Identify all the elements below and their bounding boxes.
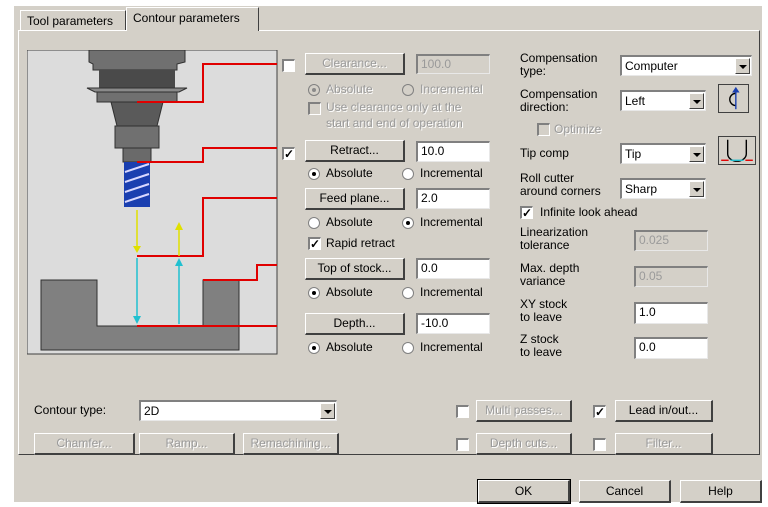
clearance-checkbox[interactable] xyxy=(282,59,295,72)
contour-type-label: Contour type: xyxy=(34,403,107,417)
infinite-look-ahead-label: Infinite look ahead xyxy=(540,205,638,219)
chevron-down-icon[interactable] xyxy=(689,93,704,109)
contour-illustration xyxy=(27,50,278,355)
rapid-retract-label: Rapid retract xyxy=(326,236,395,250)
filter-checkbox[interactable] xyxy=(593,438,606,451)
chamfer-button[interactable]: Chamfer... xyxy=(34,433,135,455)
tip-comp-select[interactable]: Tip xyxy=(620,143,706,164)
roll-cutter-label-2: around corners xyxy=(520,184,601,198)
compensation-type-label: Compensation type: xyxy=(520,51,598,78)
optimize-checkbox[interactable] xyxy=(537,123,550,136)
retract-absolute-label: Absolute xyxy=(326,166,373,180)
retract-incremental-label: Incremental xyxy=(420,166,483,180)
max-depth-field[interactable]: 0.05 xyxy=(634,266,708,287)
retract-checkbox[interactable]: ✓ xyxy=(282,147,295,160)
depth-field[interactable]: -10.0 xyxy=(416,313,490,334)
xy-stock-field[interactable]: 1.0 xyxy=(634,302,708,324)
linearization-label-2: tolerance xyxy=(520,238,570,252)
tip-comp-value: Tip xyxy=(625,147,642,161)
linearization-field[interactable]: 0.025 xyxy=(634,230,708,251)
multi-passes-button[interactable]: Multi passes... xyxy=(476,400,572,422)
compensation-type-select[interactable]: Computer xyxy=(620,55,752,76)
ok-button[interactable]: OK xyxy=(477,479,571,504)
compensation-direction-label: Compensation direction: xyxy=(520,87,598,114)
use-clearance-label: Use clearance only at the xyxy=(326,100,462,114)
feed-incremental-radio[interactable] xyxy=(402,217,414,229)
contour-type-select[interactable]: 2D xyxy=(139,400,337,421)
retract-field[interactable]: 10.0 xyxy=(416,141,490,162)
tip-comp-label: Tip comp xyxy=(520,146,569,160)
clearance-absolute-radio[interactable] xyxy=(308,84,320,96)
top-of-stock-button[interactable]: Top of stock... xyxy=(305,258,405,280)
retract-incremental-radio[interactable] xyxy=(402,168,414,180)
feed-plane-field[interactable]: 2.0 xyxy=(416,188,490,209)
infinite-look-ahead-checkbox[interactable]: ✓ xyxy=(520,206,533,219)
max-depth-label-2: variance xyxy=(520,274,566,288)
top-absolute-radio[interactable] xyxy=(308,287,320,299)
depth-absolute-label: Absolute xyxy=(326,340,373,354)
roll-cutter-select[interactable]: Sharp xyxy=(620,178,706,199)
multi-passes-checkbox[interactable] xyxy=(456,405,469,418)
tab-contour-parameters[interactable]: Contour parameters xyxy=(126,7,259,31)
remachining-button[interactable]: Remachining... xyxy=(243,433,339,455)
depth-incremental-label: Incremental xyxy=(420,340,483,354)
chevron-down-icon[interactable] xyxy=(320,403,335,419)
depth-cuts-checkbox[interactable] xyxy=(456,438,469,451)
tab-tool-parameters[interactable]: Tool parameters xyxy=(20,10,126,31)
roll-cutter-value: Sharp xyxy=(625,182,658,196)
xy-stock-label-2: to leave xyxy=(520,310,563,324)
depth-cuts-button[interactable]: Depth cuts... xyxy=(476,433,572,455)
chevron-down-icon[interactable] xyxy=(689,181,704,197)
retract-absolute-radio[interactable] xyxy=(308,168,320,180)
help-button[interactable]: Help xyxy=(680,480,762,503)
clearance-field[interactable]: 100.0 xyxy=(416,54,490,74)
lead-inout-checkbox[interactable]: ✓ xyxy=(593,405,606,418)
use-clearance-label-2: start and end of operation xyxy=(326,116,463,130)
compensation-direction-select[interactable]: Left xyxy=(620,90,706,111)
depth-incremental-radio[interactable] xyxy=(402,342,414,354)
ramp-button[interactable]: Ramp... xyxy=(139,433,235,455)
feed-incremental-label: Incremental xyxy=(420,215,483,229)
top-of-stock-field[interactable]: 0.0 xyxy=(416,258,490,279)
compensation-left-icon xyxy=(718,84,749,113)
depth-absolute-radio[interactable] xyxy=(308,342,320,354)
cancel-button[interactable]: Cancel xyxy=(579,480,671,503)
contour-type-value: 2D xyxy=(144,404,160,418)
retract-button[interactable]: Retract... xyxy=(305,140,405,162)
feed-plane-button[interactable]: Feed plane... xyxy=(305,188,405,210)
filter-button[interactable]: Filter... xyxy=(615,433,713,455)
chevron-down-icon[interactable] xyxy=(689,146,704,162)
use-clearance-checkbox[interactable] xyxy=(308,102,321,115)
top-absolute-label: Absolute xyxy=(326,285,373,299)
clearance-incremental-label: Incremental xyxy=(420,82,483,96)
chevron-down-icon[interactable] xyxy=(735,58,750,74)
z-stock-field[interactable]: 0.0 xyxy=(634,337,708,359)
top-incremental-radio[interactable] xyxy=(402,287,414,299)
depth-button[interactable]: Depth... xyxy=(305,313,405,335)
feed-absolute-radio[interactable] xyxy=(308,217,320,229)
clearance-button[interactable]: Clearance... xyxy=(305,53,405,75)
compensation-direction-value: Left xyxy=(625,94,646,108)
clearance-absolute-label: Absolute xyxy=(326,82,373,96)
tip-comp-icon xyxy=(718,136,756,165)
feed-absolute-label: Absolute xyxy=(326,215,373,229)
optimize-label: Optimize xyxy=(554,122,602,136)
z-stock-label-2: to leave xyxy=(520,345,563,359)
clearance-incremental-radio[interactable] xyxy=(402,84,414,96)
top-incremental-label: Incremental xyxy=(420,285,483,299)
lead-inout-button[interactable]: Lead in/out... xyxy=(615,400,713,422)
compensation-type-value: Computer xyxy=(625,59,678,73)
rapid-retract-checkbox[interactable]: ✓ xyxy=(308,237,321,250)
